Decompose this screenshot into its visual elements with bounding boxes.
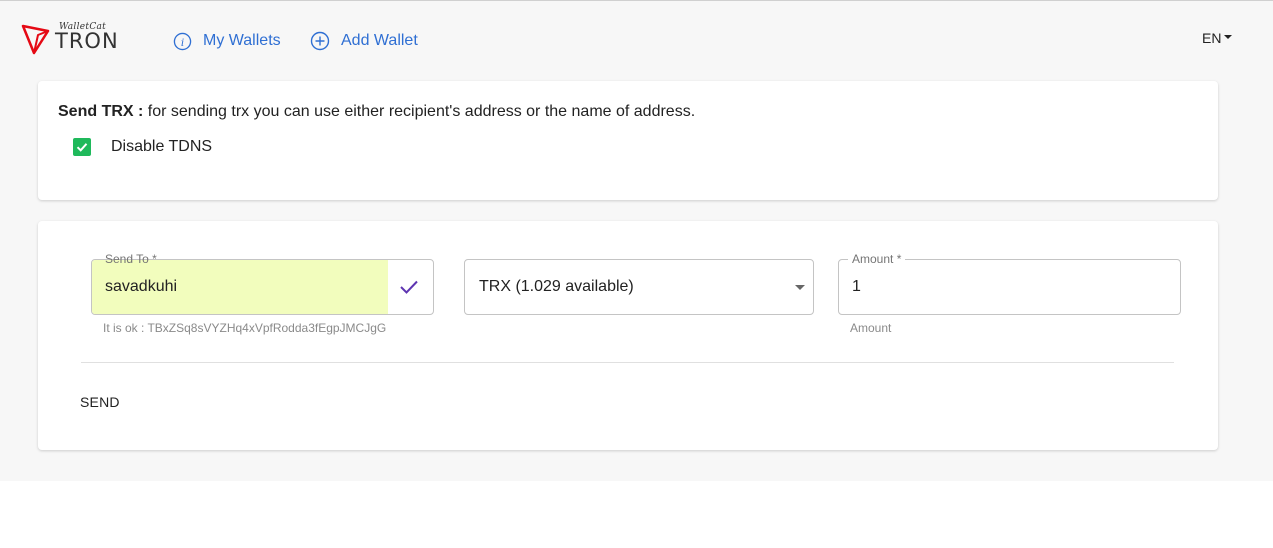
disable-tdns-label: Disable TDNS	[111, 138, 213, 155]
send-to-label: Send To *	[105, 252, 157, 266]
token-select[interactable]: TRX (1.029 available)	[464, 259, 814, 315]
info-circle-icon: i	[173, 32, 192, 50]
send-to-helper-text: It is ok : TBxZSq8sVYZHq4xVpfRodda3fEgpJ…	[103, 321, 387, 335]
dropdown-arrow-icon	[795, 285, 805, 290]
tron-logo[interactable]: WalletCat TRON	[21, 22, 125, 57]
nav-add-wallet-label: Add Wallet	[341, 32, 418, 49]
intro-card: Send TRX : for sending trx you can use e…	[38, 81, 1218, 200]
logo-wordmark: TRON	[55, 29, 119, 53]
token-select-value: TRX (1.029 available)	[479, 278, 634, 295]
nav-my-wallets[interactable]: i My Wallets	[173, 30, 281, 52]
validate-check-icon[interactable]	[398, 277, 420, 297]
form-divider	[81, 362, 1174, 363]
intro-description: for sending trx you can use either recip…	[143, 103, 696, 120]
nav-add-wallet[interactable]: Add Wallet	[310, 30, 418, 52]
svg-text:i: i	[181, 36, 184, 48]
disable-tdns-checkbox-row[interactable]: Disable TDNS	[73, 138, 212, 156]
page: WalletCat TRON i My Wallets Add Wallet E…	[0, 0, 1273, 548]
send-to-input[interactable]: savadkuhi	[105, 278, 177, 296]
amount-label: Amount *	[848, 252, 906, 266]
amount-input[interactable]: 1	[852, 278, 861, 296]
language-selector[interactable]: EN	[1202, 30, 1233, 46]
send-button[interactable]: SEND	[72, 386, 128, 418]
disable-tdns-checkbox[interactable]	[73, 138, 91, 156]
send-form-card: Send To * savadkuhi It is ok : TBxZSq8sV…	[38, 221, 1218, 450]
nav-my-wallets-label: My Wallets	[203, 32, 281, 49]
intro-text: Send TRX : for sending trx you can use e…	[58, 103, 695, 121]
amount-helper-text: Amount	[850, 321, 892, 335]
language-label: EN	[1202, 30, 1222, 46]
amount-field[interactable]: Amount * 1	[838, 252, 1181, 315]
tron-logo-icon	[21, 24, 50, 55]
intro-title: Send TRX :	[58, 103, 144, 120]
checkmark-icon	[76, 143, 88, 152]
caret-down-icon	[1224, 35, 1233, 39]
plus-circle-icon	[310, 31, 330, 51]
send-to-field[interactable]: Send To * savadkuhi	[91, 252, 434, 315]
